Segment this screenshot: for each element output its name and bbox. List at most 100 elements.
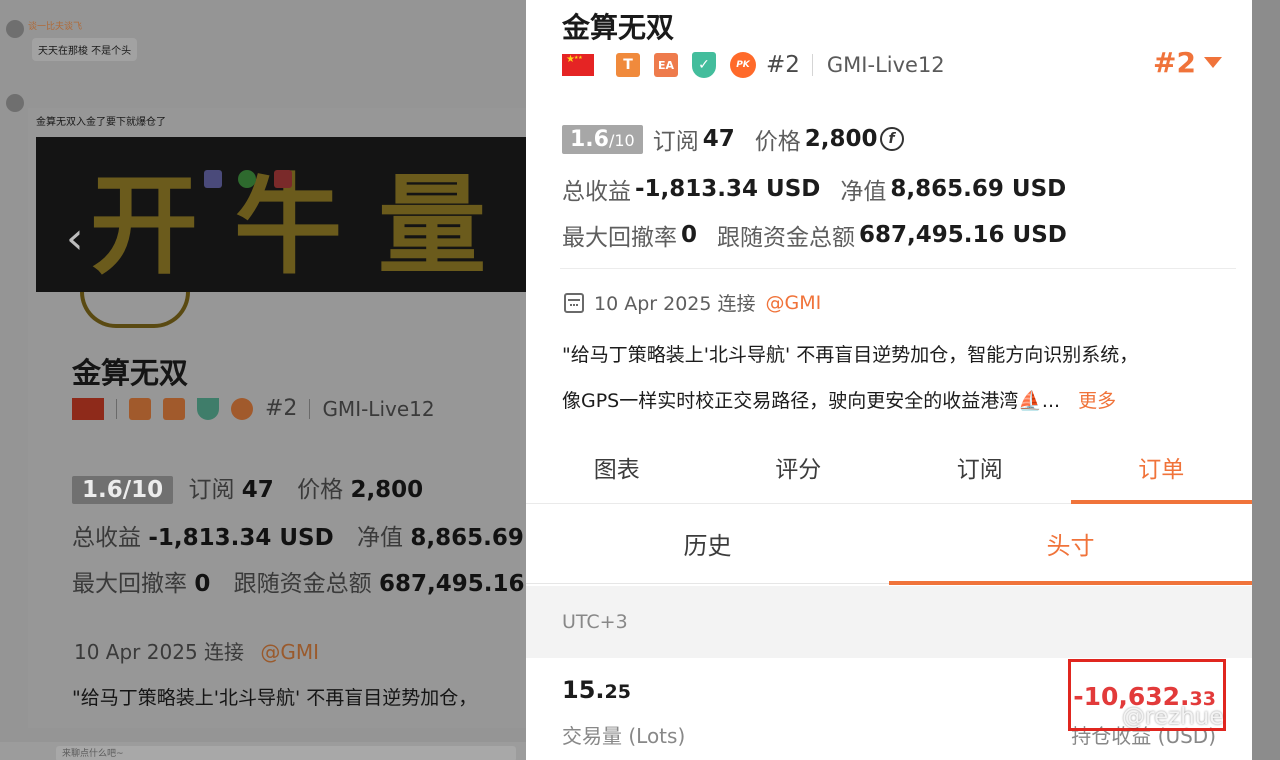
chevron-left-icon: ‹ [66, 213, 84, 264]
lots-int: 15. [562, 676, 605, 704]
bg-stats-row: 1.6/10 订阅 47 价格 2,800 [72, 470, 423, 504]
divider [116, 398, 117, 419]
banner-text: 开牛量 [90, 164, 523, 289]
bg-value: -1,813.34 USD [148, 525, 334, 551]
pk-icon [231, 397, 253, 420]
max-drawdown-value: 0 [681, 222, 698, 248]
promo-banner: 开牛量 ‹ [36, 137, 526, 292]
equity-label: 净值 [840, 179, 887, 205]
total-profit-label: 总收益 [562, 179, 631, 205]
tab-subscribe[interactable]: 订阅 [889, 440, 1071, 503]
chat-username: 谈一比夫谈飞 [28, 22, 83, 32]
divider [309, 398, 311, 419]
lots-label: 交易量 (Lots) [562, 724, 686, 748]
lots-dec: 25 [604, 681, 631, 703]
china-flag-icon [562, 54, 594, 76]
strategy-title: 金算无双 [562, 11, 675, 44]
wechat-icon [238, 170, 256, 188]
rank-label: #2 [766, 52, 800, 78]
calendar-icon [564, 292, 584, 313]
shield-icon [197, 397, 219, 420]
description-text: 像GPS一样实时校正交易路径，驶向更安全的收益港湾⛵... [562, 390, 1061, 412]
bg-at-link: @GMI [260, 640, 320, 664]
broker-link[interactable]: @GMI [766, 292, 822, 314]
profit-row: 总收益 -1,813.34 USD 净值 8,865.69 USD [562, 172, 1066, 206]
equity-value: 8,865.69 USD [890, 176, 1067, 202]
bg-label: 跟随资金总额 [233, 571, 372, 597]
chat-message: 天天在那梭 不是个头 [32, 38, 138, 61]
bg-stats-row: 总收益 -1,813.34 USD 净值 8,865.69 US [72, 518, 567, 552]
score-badge: 1.6/10 [562, 124, 643, 154]
order-subtabs: 历史 头寸 [526, 508, 1252, 585]
price-value: 2,800 [804, 126, 878, 152]
subtab-history[interactable]: 历史 [526, 508, 889, 583]
bg-server: GMI-Live12 [322, 396, 435, 421]
pk-fire-icon: PK [730, 52, 756, 78]
subscribe-label: 订阅 [652, 129, 699, 155]
bg-rank: #2 [265, 396, 298, 421]
t-badge-icon [129, 397, 151, 420]
more-link[interactable]: 更多 [1078, 390, 1116, 412]
chat-input[interactable]: 来聊点什么吧~ [56, 746, 516, 760]
lots-value: 15.25 [562, 676, 631, 704]
bg-label: 订阅 [188, 477, 235, 503]
t-badge-icon: T [616, 53, 640, 77]
rank-selector[interactable]: #2 [1153, 46, 1222, 79]
connect-date: 10 Apr 2025 连接 [594, 293, 756, 315]
bg-score-max: /10 [122, 477, 164, 503]
divider [811, 54, 813, 76]
description-line: 像GPS一样实时校正交易路径，驶向更安全的收益港湾⛵... 更多 [562, 386, 1232, 413]
chat-message: 金算无双入金了要下就爆仓了 [36, 117, 166, 128]
follow-funds-value: 687,495.16 USD [859, 222, 1067, 248]
score-max: /10 [608, 130, 635, 150]
description-line: "给马丁策略装上'北斗导航' 不再盲目逆势加仓，智能方向识别系统， [562, 344, 1139, 366]
rating-row: 1.6/10 订阅 47 价格 2,800 f [562, 122, 904, 156]
play-icon [204, 170, 222, 188]
tab-rating[interactable]: 评分 [708, 440, 890, 503]
strategy-card: 金算无双 T EA ✓ PK #2 GMI-Live12 #2 1.6/10 订… [526, 0, 1252, 760]
bg-label: 总收益 [72, 525, 141, 551]
bg-score: 1.6/10 [72, 476, 174, 504]
bg-label: 最大回撤率 [72, 571, 187, 597]
subscribe-count: 47 [702, 126, 735, 152]
right-margin [1252, 0, 1280, 760]
max-drawdown-label: 最大回撤率 [562, 225, 677, 251]
bg-value: 47 [241, 477, 274, 503]
bg-value: 2,800 [350, 477, 424, 503]
bg-score-value: 1.6 [82, 477, 123, 503]
bg-value: 687,495.16 [378, 571, 525, 597]
bg-stats-row: 最大回撤率 0 跟随资金总额 687,495.16 [72, 564, 524, 598]
connect-date-row: 10 Apr 2025 连接 @GMI [564, 289, 821, 316]
bg-description: "给马丁策略装上'北斗导航' 不再盲目逆势加仓， [72, 687, 478, 709]
bg-value: 0 [194, 571, 211, 597]
avatar [6, 20, 24, 38]
bg-label: 价格 [297, 477, 344, 503]
china-flag-icon [72, 397, 104, 420]
bg-badge-row: #2 GMI-Live12 [72, 396, 435, 421]
verified-shield-icon: ✓ [692, 52, 716, 78]
app-icon [274, 170, 292, 188]
risk-row: 最大回撤率 0 跟随资金总额 687,495.16 USD [562, 218, 1067, 252]
tab-orders[interactable]: 订单 [1070, 440, 1253, 504]
divider [560, 268, 1236, 269]
main-tabs: 图表 评分 订阅 订单 [526, 440, 1252, 504]
total-profit-value: -1,813.34 USD [635, 176, 821, 202]
timezone-bar: UTC+3 [526, 586, 1252, 658]
avatar [6, 94, 24, 112]
bg-date: 10 Apr 2025 连接 [74, 640, 245, 664]
follow-funds-label: 跟随资金总额 [717, 225, 856, 251]
coin-icon: f [879, 127, 904, 151]
score-value: 1.6 [570, 126, 609, 152]
bg-strategy-title: 金算无双 [72, 356, 189, 390]
bg-label: 净值 [357, 525, 404, 551]
ea-badge-icon: EA [654, 53, 678, 77]
rank-selector-value: #2 [1153, 46, 1196, 79]
server-name: GMI-Live12 [826, 53, 945, 77]
ea-badge-icon [163, 397, 185, 420]
watermark: @rezhue [1122, 704, 1224, 730]
bg-date-row: 10 Apr 2025 连接 @GMI [74, 636, 319, 665]
subtab-positions[interactable]: 头寸 [889, 508, 1252, 585]
badge-row: T EA ✓ PK #2 GMI-Live12 [562, 52, 945, 78]
tab-chart[interactable]: 图表 [526, 440, 708, 503]
caret-down-icon [1204, 57, 1222, 68]
